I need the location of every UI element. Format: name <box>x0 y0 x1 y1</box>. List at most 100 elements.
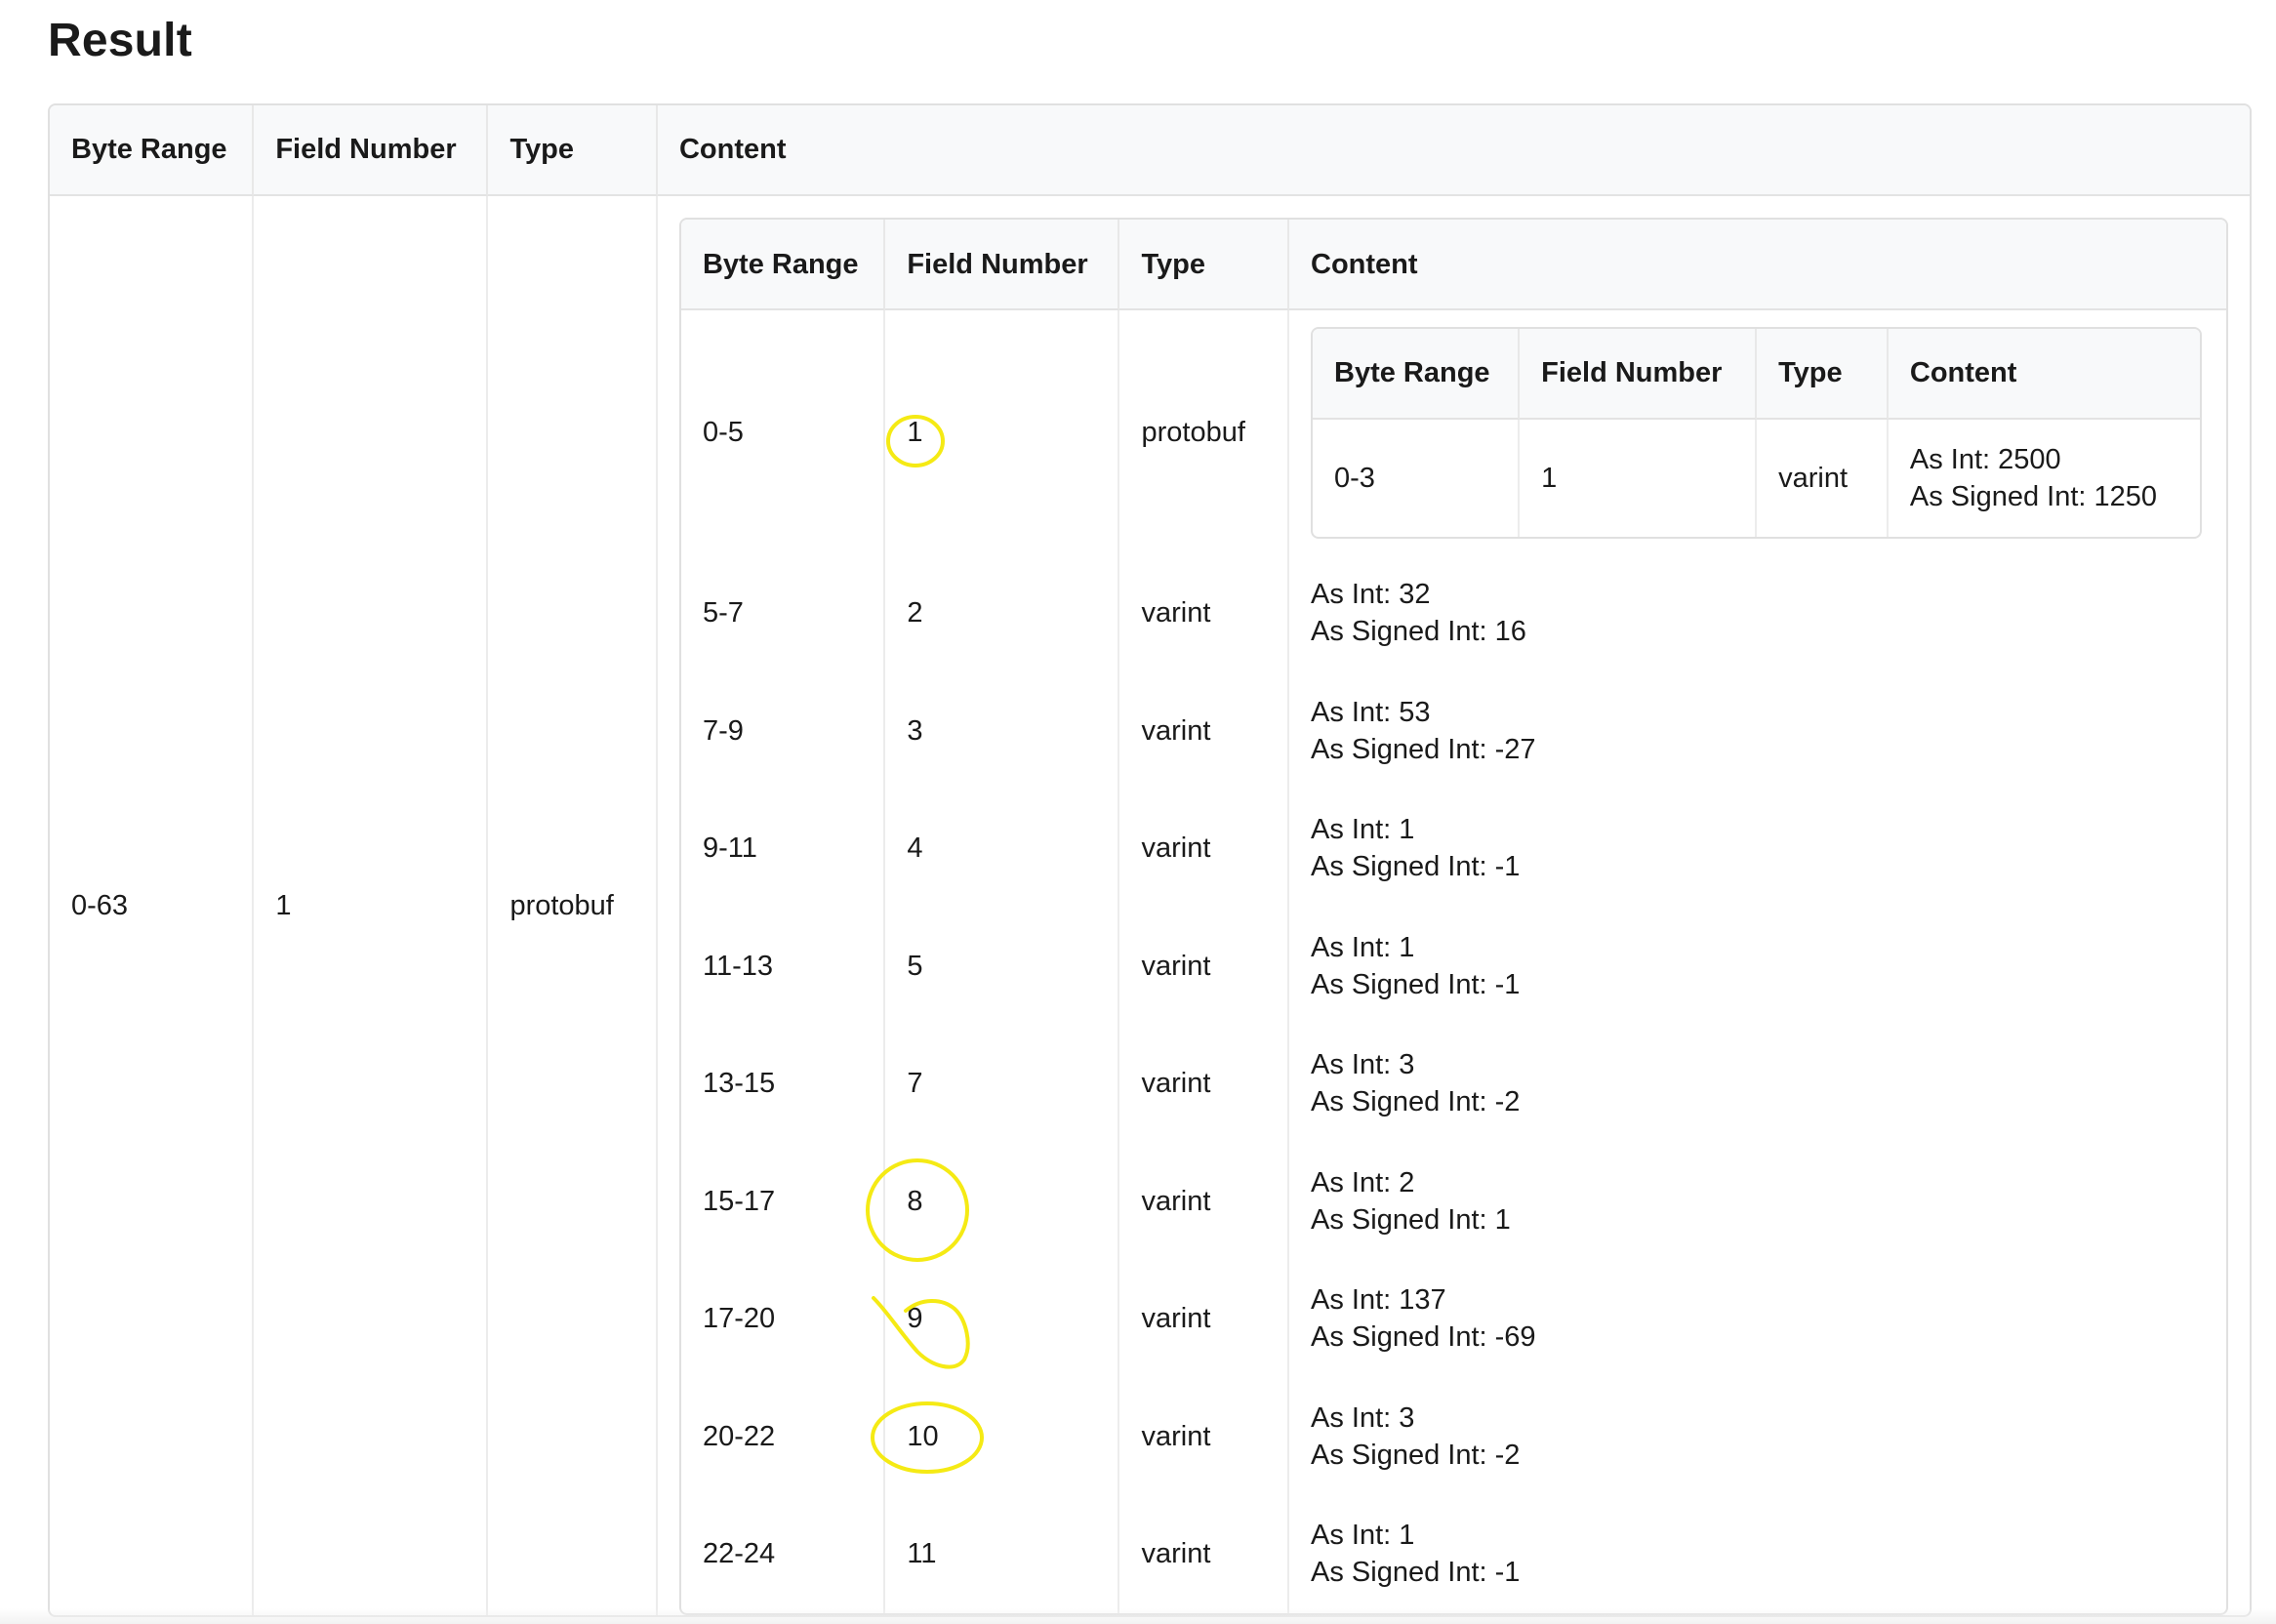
header-field-number: Field Number <box>1520 328 1758 420</box>
table-row: 7-9 3 varint As Int: 53 As Signed Int: -2… <box>681 671 2226 791</box>
header-type: Type <box>1119 220 1290 310</box>
cell-byte-range: 7-9 <box>681 671 886 790</box>
table-row: 0-3 1 varint As Int: 2500 As Signed Int:… <box>1313 419 2200 537</box>
table-header-row: Byte Range Field Number Type Content <box>50 105 2250 196</box>
as-signed-int-value: As Signed Int: 1250 <box>1909 480 2158 512</box>
as-signed-int-value: As Signed Int: -27 <box>1311 733 1536 765</box>
cell-type: varint <box>1119 1260 1290 1378</box>
cell-field-number: 9 <box>885 1260 1120 1378</box>
cell-type: varint <box>1757 419 1889 537</box>
header-byte-range: Byte Range <box>680 220 886 310</box>
as-signed-int-value: As Signed Int: 16 <box>1311 616 1526 648</box>
cell-byte-range: 0-63 <box>50 196 255 1615</box>
cell-type: varint <box>1119 671 1290 790</box>
as-int-value: As Int: 1 <box>1311 931 1415 963</box>
cell-content: As Int: 3 As Signed Int: -2 <box>1289 1025 2226 1143</box>
header-field-number: Field Number <box>885 220 1120 310</box>
header-byte-range: Byte Range <box>50 105 255 196</box>
cell-field-number: 3 <box>885 671 1120 790</box>
cell-content: Byte Range Field Number Type Content 0-3… <box>1289 310 2226 554</box>
cell-field-number: 7 <box>885 1025 1120 1143</box>
as-int-value: As Int: 3 <box>1311 1401 1415 1434</box>
as-int-value: As Int: 3 <box>1311 1049 1415 1081</box>
nested-result-table: Byte Range Field Number Type Content 0-5… <box>678 218 2228 1615</box>
cell-content: As Int: 137 As Signed Int: -69 <box>1289 1260 2226 1378</box>
page-title: Result <box>48 15 192 66</box>
header-type: Type <box>1757 328 1889 420</box>
as-int-value: As Int: 137 <box>1311 1284 1446 1317</box>
cell-byte-range: 15-17 <box>681 1142 886 1260</box>
header-byte-range: Byte Range <box>1313 328 1521 420</box>
cell-byte-range: 0-3 <box>1313 419 1521 537</box>
cell-field-number: 8 <box>885 1142 1120 1260</box>
as-int-value: As Int: 2500 <box>1909 443 2061 475</box>
as-int-value: As Int: 1 <box>1311 814 1415 846</box>
table-row: 0-5 1 protobuf Byte Range Field Number T… <box>681 310 2226 554</box>
cell-content: As Int: 2500 As Signed Int: 1250 <box>1889 420 2200 537</box>
header-field-number: Field Number <box>254 105 489 196</box>
cell-field-number: 4 <box>885 790 1120 908</box>
cell-byte-range: 11-13 <box>681 907 886 1025</box>
cell-type: varint <box>1119 1025 1290 1143</box>
cell-field-number: 11 <box>885 1495 1120 1613</box>
nested-result-table: Byte Range Field Number Type Content 0-3… <box>1311 326 2203 539</box>
cell-field-number: 1 <box>885 310 1120 554</box>
cell-type: varint <box>1119 554 1290 672</box>
cell-byte-range: 9-11 <box>681 790 886 908</box>
cell-content: As Int: 32 As Signed Int: 16 <box>1289 554 2226 672</box>
cell-content: As Int: 1 As Signed Int: -1 <box>1289 908 2226 1026</box>
cell-content: As Int: 1 As Signed Int: -1 <box>1289 1495 2226 1613</box>
cell-byte-range: 0-5 <box>681 310 886 554</box>
table-row: 22-24 11 varint As Int: 1 As Signed Int: … <box>681 1495 2226 1613</box>
table-row: 11-13 5 varint As Int: 1 As Signed Int: -… <box>681 907 2226 1026</box>
cell-type: varint <box>1119 1377 1290 1495</box>
cell-field-number: 1 <box>254 196 489 1615</box>
header-content: Content <box>1888 328 2201 420</box>
cell-type: varint <box>1119 1142 1290 1260</box>
header-content: Content <box>657 105 2250 196</box>
as-signed-int-value: As Signed Int: 1 <box>1311 1203 1511 1236</box>
cell-content: Byte Range Field Number Type Content 0-5… <box>658 196 2250 1615</box>
cell-field-number: 1 <box>1520 419 1758 537</box>
table-row: 13-15 7 varint As Int: 3 As Signed Int: -… <box>681 1025 2226 1143</box>
cell-field-number: 5 <box>885 907 1120 1025</box>
table-header-row: Byte Range Field Number Type Content <box>1313 328 2201 420</box>
cell-content: As Int: 1 As Signed Int: -1 <box>1289 790 2226 908</box>
cell-content: As Int: 53 As Signed Int: -27 <box>1289 672 2226 791</box>
cell-type: varint <box>1119 1495 1290 1613</box>
cell-type: varint <box>1119 907 1290 1025</box>
table-row: 20-22 10 varint As Int: 3 As Signed Int: … <box>681 1377 2226 1496</box>
cell-byte-range: 22-24 <box>681 1495 886 1613</box>
as-signed-int-value: As Signed Int: -1 <box>1311 851 1521 883</box>
cell-type: protobuf <box>488 196 658 1615</box>
cell-field-number: 2 <box>885 554 1120 672</box>
result-table: Byte Range Field Number Type Content 0-6… <box>48 103 2252 1617</box>
table-row: 9-11 4 varint As Int: 1 As Signed Int: -1 <box>681 790 2226 908</box>
table-row: 0-63 1 protobuf Byte Range Field Number … <box>50 196 2250 1615</box>
scroll-edge <box>0 1608 2276 1624</box>
as-int-value: As Int: 1 <box>1311 1520 1415 1552</box>
as-signed-int-value: As Signed Int: -69 <box>1311 1321 1536 1354</box>
cell-byte-range: 20-22 <box>681 1377 886 1495</box>
cell-byte-range: 13-15 <box>681 1025 886 1143</box>
table-row: 15-17 8 varint As Int: 2 As Signed Int: 1 <box>681 1142 2226 1261</box>
as-signed-int-value: As Signed Int: -2 <box>1311 1439 1521 1471</box>
table-header-row: Byte Range Field Number Type Content <box>680 220 2226 310</box>
header-content: Content <box>1289 220 2226 310</box>
table-row: 5-7 2 varint As Int: 32 As Signed Int: 16 <box>681 554 2226 672</box>
as-signed-int-value: As Signed Int: -1 <box>1311 968 1521 1000</box>
cell-byte-range: 17-20 <box>681 1260 886 1378</box>
as-int-value: As Int: 32 <box>1311 579 1431 611</box>
as-signed-int-value: As Signed Int: -1 <box>1311 1557 1521 1589</box>
cell-byte-range: 5-7 <box>681 554 886 672</box>
as-int-value: As Int: 53 <box>1311 696 1431 728</box>
cell-content: As Int: 2 As Signed Int: 1 <box>1289 1143 2226 1261</box>
as-signed-int-value: As Signed Int: -2 <box>1311 1086 1521 1118</box>
as-int-value: As Int: 2 <box>1311 1166 1415 1198</box>
cell-content: As Int: 3 As Signed Int: -2 <box>1289 1378 2226 1496</box>
header-type: Type <box>488 105 658 196</box>
cell-type: protobuf <box>1119 310 1290 554</box>
cell-type: varint <box>1119 790 1290 908</box>
cell-field-number: 10 <box>885 1377 1120 1495</box>
table-row: 17-20 9 varint As Int: 137 As Signed Int:… <box>681 1260 2226 1378</box>
